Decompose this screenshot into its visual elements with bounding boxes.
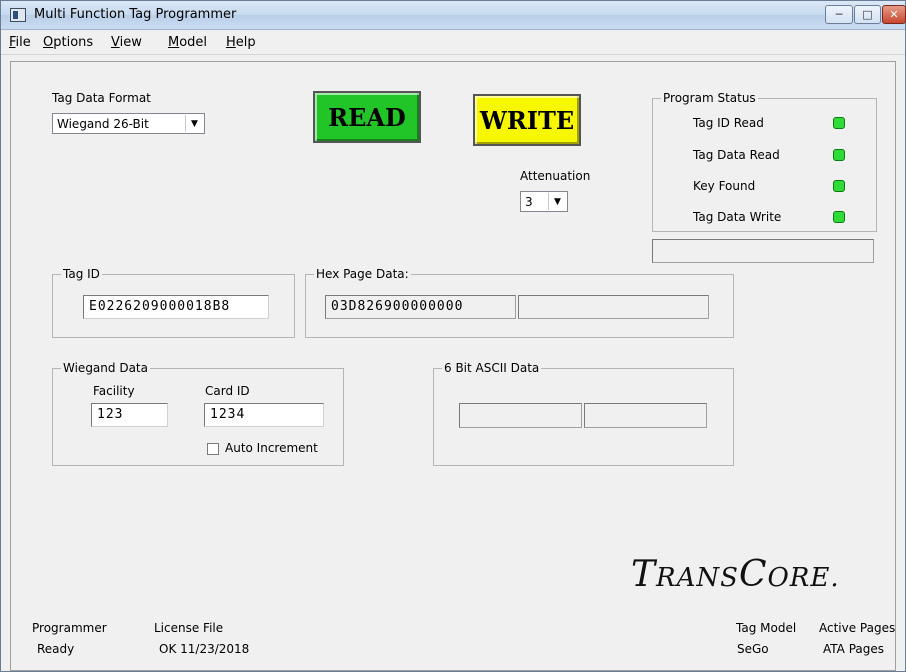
key-found-led-icon bbox=[833, 180, 845, 192]
status-tag-data-read: Tag Data Read bbox=[693, 148, 780, 162]
status-key-found: Key Found bbox=[693, 179, 756, 193]
close-icon: ✕ bbox=[889, 8, 899, 21]
minimize-button[interactable]: ─ bbox=[825, 5, 853, 24]
card-id-label: Card ID bbox=[205, 384, 250, 398]
chevron-down-icon[interactable]: ▼ bbox=[548, 193, 566, 210]
maximize-icon: □ bbox=[862, 8, 873, 21]
menu-options[interactable]: Options bbox=[43, 35, 93, 50]
programmer-label: Programmer bbox=[32, 621, 107, 635]
write-button[interactable]: WRITE bbox=[473, 94, 581, 146]
app-window: Multi Function Tag Programmer ─ □ ✕ File… bbox=[0, 0, 906, 672]
menu-help[interactable]: Help bbox=[226, 35, 256, 50]
program-status-title: Program Status bbox=[661, 91, 758, 105]
license-value: OK 11/23/2018 bbox=[159, 642, 250, 656]
active-pages-label: Active Pages bbox=[819, 621, 896, 635]
tag-data-read-led-icon bbox=[833, 149, 845, 161]
wiegand-data-group: Wiegand Data Facility 123 Card ID 1234 A… bbox=[52, 361, 344, 466]
read-button[interactable]: READ bbox=[313, 91, 421, 143]
menu-view[interactable]: View bbox=[111, 35, 142, 50]
tag-id-field[interactable]: E0226209000018B8 bbox=[83, 295, 269, 319]
tag-model-label: Tag Model bbox=[736, 621, 797, 635]
hex-page-field-1[interactable]: 03D826900000000 bbox=[325, 295, 516, 319]
programmer-value: Ready bbox=[37, 642, 75, 656]
ascii-data-group: 6 Bit ASCII Data bbox=[433, 361, 734, 466]
status-message-box bbox=[652, 239, 874, 263]
attenuation-select[interactable]: 3 ▼ bbox=[520, 191, 568, 212]
hex-page-field-2[interactable] bbox=[518, 295, 709, 319]
tag-model-value: SeGo bbox=[737, 642, 769, 656]
ascii-field-2[interactable] bbox=[584, 403, 707, 428]
app-icon[interactable] bbox=[10, 8, 26, 22]
transcore-logo: TRANSCORE. bbox=[631, 554, 840, 595]
ascii-data-title: 6 Bit ASCII Data bbox=[442, 361, 542, 375]
tag-format-value: Wiegand 26-Bit bbox=[57, 117, 149, 131]
attenuation-value: 3 bbox=[525, 195, 533, 209]
attenuation-label: Attenuation bbox=[520, 169, 591, 183]
facility-label: Facility bbox=[93, 384, 135, 398]
hex-page-title: Hex Page Data: bbox=[314, 267, 411, 281]
tag-format-select[interactable]: Wiegand 26-Bit ▼ bbox=[52, 113, 205, 134]
wiegand-data-title: Wiegand Data bbox=[61, 361, 150, 375]
maximize-button[interactable]: □ bbox=[854, 5, 881, 24]
status-tag-id-read: Tag ID Read bbox=[693, 116, 764, 130]
tag-id-read-led-icon bbox=[833, 117, 845, 129]
status-tag-data-write: Tag Data Write bbox=[693, 210, 782, 224]
close-button[interactable]: ✕ bbox=[882, 5, 906, 24]
facility-input[interactable]: 123 bbox=[91, 403, 168, 427]
tag-data-write-led-icon bbox=[833, 211, 845, 223]
card-id-input[interactable]: 1234 bbox=[204, 403, 324, 427]
auto-increment-label: Auto Increment bbox=[225, 441, 318, 455]
license-label: License File bbox=[154, 621, 224, 635]
menu-bar: File Options View Model Help bbox=[1, 30, 905, 55]
title-bar[interactable]: Multi Function Tag Programmer ─ □ ✕ bbox=[1, 1, 906, 30]
menu-file[interactable]: File bbox=[9, 35, 31, 50]
active-pages-value: ATA Pages bbox=[823, 642, 885, 656]
program-status-group: Program Status Tag ID Read Tag Data Read… bbox=[652, 91, 877, 232]
tag-format-label: Tag Data Format bbox=[52, 91, 151, 105]
window-title: Multi Function Tag Programmer bbox=[34, 7, 237, 22]
menu-model[interactable]: Model bbox=[168, 35, 207, 50]
tag-id-title: Tag ID bbox=[61, 267, 102, 281]
tag-id-group: Tag ID E0226209000018B8 bbox=[52, 267, 295, 338]
minimize-icon: ─ bbox=[835, 8, 843, 21]
ascii-field-1[interactable] bbox=[459, 403, 582, 428]
hex-page-group: Hex Page Data: 03D826900000000 bbox=[305, 267, 734, 338]
auto-increment-checkbox[interactable] bbox=[207, 443, 219, 455]
chevron-down-icon[interactable]: ▼ bbox=[185, 115, 203, 132]
